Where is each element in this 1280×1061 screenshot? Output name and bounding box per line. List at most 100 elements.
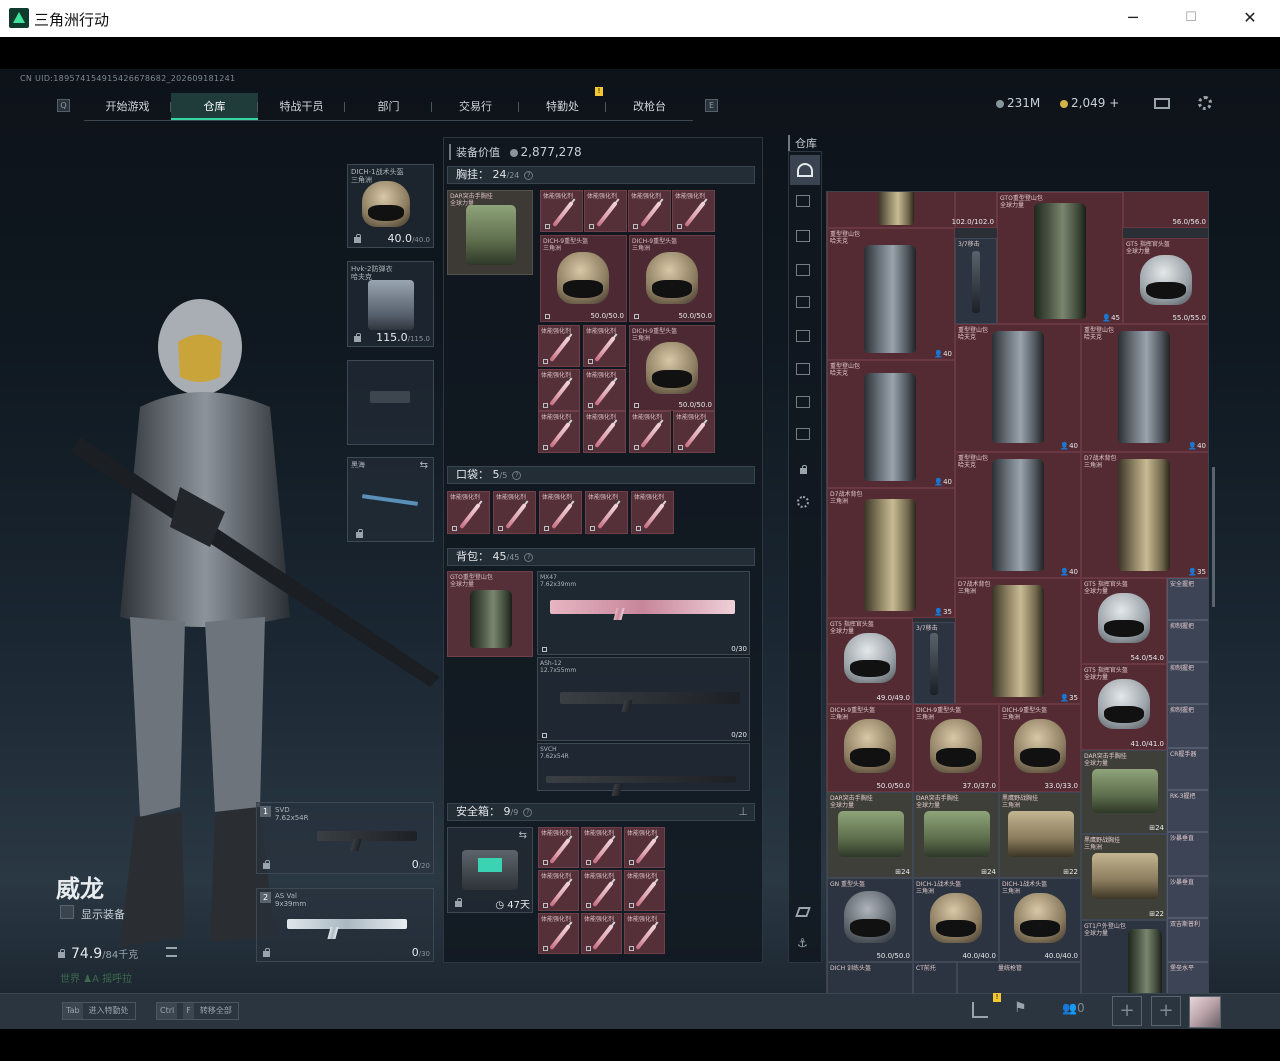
syringe-item[interactable]: 体能强化剂 <box>447 491 490 534</box>
syringe-item[interactable]: 体能强化剂 <box>631 491 674 534</box>
pistol-slot[interactable] <box>347 360 434 445</box>
storage-item-dich1[interactable]: DICH-1战术头盔 三角洲 40.0/40.0 <box>999 878 1081 962</box>
maximize-button[interactable]: ☐ <box>1171 6 1211 30</box>
storage-item-heavy-pack[interactable]: 重型登山包 哈夫克 👤40 <box>827 360 955 488</box>
storage-item-heihu[interactable]: 黑鹰野战胸挂 三角洲 ⊞22 <box>999 792 1081 878</box>
syringe-item[interactable]: 体能强化剂 <box>538 411 580 453</box>
storage-category-icon[interactable] <box>796 195 810 207</box>
weapon-item-ash12[interactable]: ASh-12 12.7x55mm 0/20 <box>537 657 750 741</box>
syringe-item[interactable]: 体能强化剂 <box>628 190 671 232</box>
storage-item-dich1[interactable]: DICH-1战术头盔 三角洲 40.0/40.0 <box>913 878 999 962</box>
help-icon[interactable]: ? <box>512 471 522 480</box>
syringe-item[interactable]: 体能强化剂 <box>672 190 715 232</box>
melee-slot[interactable]: 黑海 ⇆ <box>347 457 434 542</box>
help-icon[interactable]: ? <box>524 171 534 180</box>
syringe-item[interactable]: 体能强化剂 <box>493 491 536 534</box>
storage-item-gt5[interactable]: GT5 指挥官头盔 全球力量 41.0/41.0 <box>1081 664 1167 750</box>
syringe-item[interactable]: 体能强化剂 <box>581 913 622 954</box>
storage-item-attachment[interactable]: 沙暴垂直 <box>1167 876 1208 918</box>
enter-special-ops-button[interactable]: Tab 进入特勤处 <box>62 1002 136 1020</box>
syringe-item[interactable]: 体能强化剂 <box>585 491 628 534</box>
help-icon[interactable]: ? <box>523 808 533 817</box>
storage-item-d7[interactable]: D7战术背包 三角洲 👤35 <box>1081 452 1208 578</box>
storage-item-attachment[interactable]: 沙暴垂直 <box>1167 832 1208 876</box>
storage-item-dar[interactable]: DAR突击手胸挂 全球力量 ⊞24 <box>1081 750 1167 834</box>
storage-category-icon[interactable] <box>796 230 810 242</box>
syringe-item[interactable]: 体能强化剂 <box>538 369 580 411</box>
storage-item-dich9[interactable]: DICH-9重型头盔 三角洲 50.0/50.0 <box>827 704 913 792</box>
storage-settings-icon[interactable] <box>797 496 809 508</box>
bond-balance[interactable]: 2,049 + <box>1060 96 1119 110</box>
tab-start-game[interactable]: 开始游戏 <box>84 93 171 120</box>
storage-item-gn[interactable]: GN 重型头盔 50.0/50.0 <box>827 878 913 962</box>
syringe-item[interactable]: 体能强化剂 <box>581 827 622 868</box>
list-icon[interactable] <box>166 947 177 957</box>
syringe-item[interactable]: 体能强化剂 <box>538 827 579 868</box>
storage-item-dar[interactable]: DAR突击手胸挂 全球力量 ⊞24 <box>827 792 913 878</box>
storage-item-heihu[interactable]: 黑鹰野战胸挂 三角洲 ⊞22 <box>1081 834 1167 920</box>
storage-item-attachment[interactable]: 抑制握把 <box>1167 662 1208 704</box>
mail-icon[interactable] <box>1154 98 1170 109</box>
weapon-item-svch[interactable]: SVCH 7.62x54R <box>537 743 750 791</box>
syringe-item[interactable]: 体能强化剂 <box>538 325 580 367</box>
minimize-button[interactable]: ─ <box>1113 6 1153 30</box>
chest-rig-slot[interactable]: DAR突击手胸挂 全球力量 <box>447 190 533 275</box>
storage-item-dich9[interactable]: DICH-9重型头盔 三角洲 37.0/37.0 <box>913 704 999 792</box>
storage-category-icon[interactable] <box>796 396 810 408</box>
close-button[interactable]: ✕ <box>1230 6 1270 30</box>
syringe-item[interactable]: 体能强化剂 <box>539 491 582 534</box>
storage-category-icon[interactable] <box>796 363 810 375</box>
storage-item[interactable]: 56.0/56.0 <box>1123 192 1208 228</box>
syringe-item[interactable]: 体能强化剂 <box>629 411 671 453</box>
lock-icon[interactable] <box>800 465 807 474</box>
backpack-slot[interactable]: GTO重型登山包 全球力量 <box>447 571 533 657</box>
tab-department[interactable]: 部门 <box>345 93 432 120</box>
storage-item-heavy-pack[interactable]: 重型登山包 哈夫克 👤40 <box>1081 324 1208 452</box>
storage-item-heavy-pack[interactable]: 重型登山包 哈夫克 👤40 <box>955 452 1081 578</box>
syringe-item[interactable]: 体能强化剂 <box>540 190 583 232</box>
storage-item[interactable]: 102.0/102.0 <box>952 192 997 228</box>
tab-operators[interactable]: 特战干员 <box>258 93 345 120</box>
tab-trade[interactable]: 交易行 <box>432 93 519 120</box>
syringe-item[interactable]: 体能强化剂 <box>583 325 626 367</box>
storage-item-scope[interactable]: 3/7移击 <box>955 238 997 324</box>
show-equip-checkbox[interactable] <box>60 905 74 919</box>
secondary-weapon-slot[interactable]: 2 AS Val 9x39mm 0/30 <box>256 888 434 962</box>
helmet-slot[interactable]: DICH-1战术头盔 三角洲 40.0/40.0 <box>347 164 434 248</box>
storage-category-icon[interactable] <box>796 428 810 440</box>
storage-item-d7[interactable]: D7战术背包 三角洲 👤35 <box>827 488 955 618</box>
storage-scrollbar[interactable] <box>1212 467 1215 607</box>
storage-item-heavy-pack[interactable]: 重型登山包 哈夫克 👤40 <box>827 228 955 360</box>
storage-item-gt0[interactable]: GTO重型登山包 全球力量 👤45 <box>997 192 1123 324</box>
syringe-item[interactable]: 体能强化剂 <box>583 411 626 453</box>
storage-item-scope[interactable]: 3/7移击 <box>913 622 955 704</box>
storage-category-icon[interactable] <box>796 264 810 276</box>
storage-item-heavy-pack[interactable]: 重型登山包 哈夫克 👤40 <box>955 324 1081 452</box>
syringe-item[interactable]: 体能强化剂 <box>624 870 665 911</box>
storage-item-dich9[interactable]: DICH-9重型头盔 三角洲 33.0/33.0 <box>999 704 1081 792</box>
flag-icon[interactable]: ⚑ <box>1014 1000 1027 1016</box>
storage-item-attachment[interactable]: 抑制握把 <box>1167 704 1208 748</box>
avatar[interactable] <box>1189 996 1221 1028</box>
syringe-item[interactable]: 体能强化剂 <box>581 870 622 911</box>
storage-item-attachment[interactable]: 双吉斯普利 <box>1167 918 1208 962</box>
syringe-item[interactable]: 体能强化剂 <box>624 827 665 868</box>
storage-category-icon[interactable] <box>796 296 810 308</box>
party-count[interactable]: 👥0 <box>1062 1001 1085 1015</box>
storage-item-attachment[interactable]: 抑制握把 <box>1167 620 1208 662</box>
syringe-item[interactable]: 体能强化剂 <box>583 369 626 411</box>
syringe-item[interactable]: 体能强化剂 <box>673 411 715 453</box>
add-teammate-button[interactable] <box>1112 996 1142 1026</box>
transfer-all-button[interactable]: Ctrl F 转移全部 <box>156 1002 239 1020</box>
storage-item-gt5[interactable]: GT5 指挥官头盔 全球力量 49.0/49.0 <box>827 618 913 704</box>
heavy-helmet-item[interactable]: DICH-9重型头盔 三角洲 50.0/50.0 <box>629 325 715 411</box>
tab-warehouse[interactable]: 仓库 <box>171 93 258 120</box>
help-icon[interactable]: ? <box>524 553 534 562</box>
pin-icon[interactable]: ⊥ <box>738 804 748 820</box>
storage-item-d7[interactable]: D7战术背包 三角洲 👤35 <box>955 578 1081 704</box>
heavy-helmet-item[interactable]: DICH-9重型头盔 三角洲 50.0/50.0 <box>540 235 627 322</box>
tab-gunsmith[interactable]: 改枪台 <box>606 93 693 120</box>
settings-gear-icon[interactable] <box>1198 96 1212 110</box>
storage-category-icon[interactable] <box>796 330 810 342</box>
storage-item[interactable] <box>827 192 955 228</box>
